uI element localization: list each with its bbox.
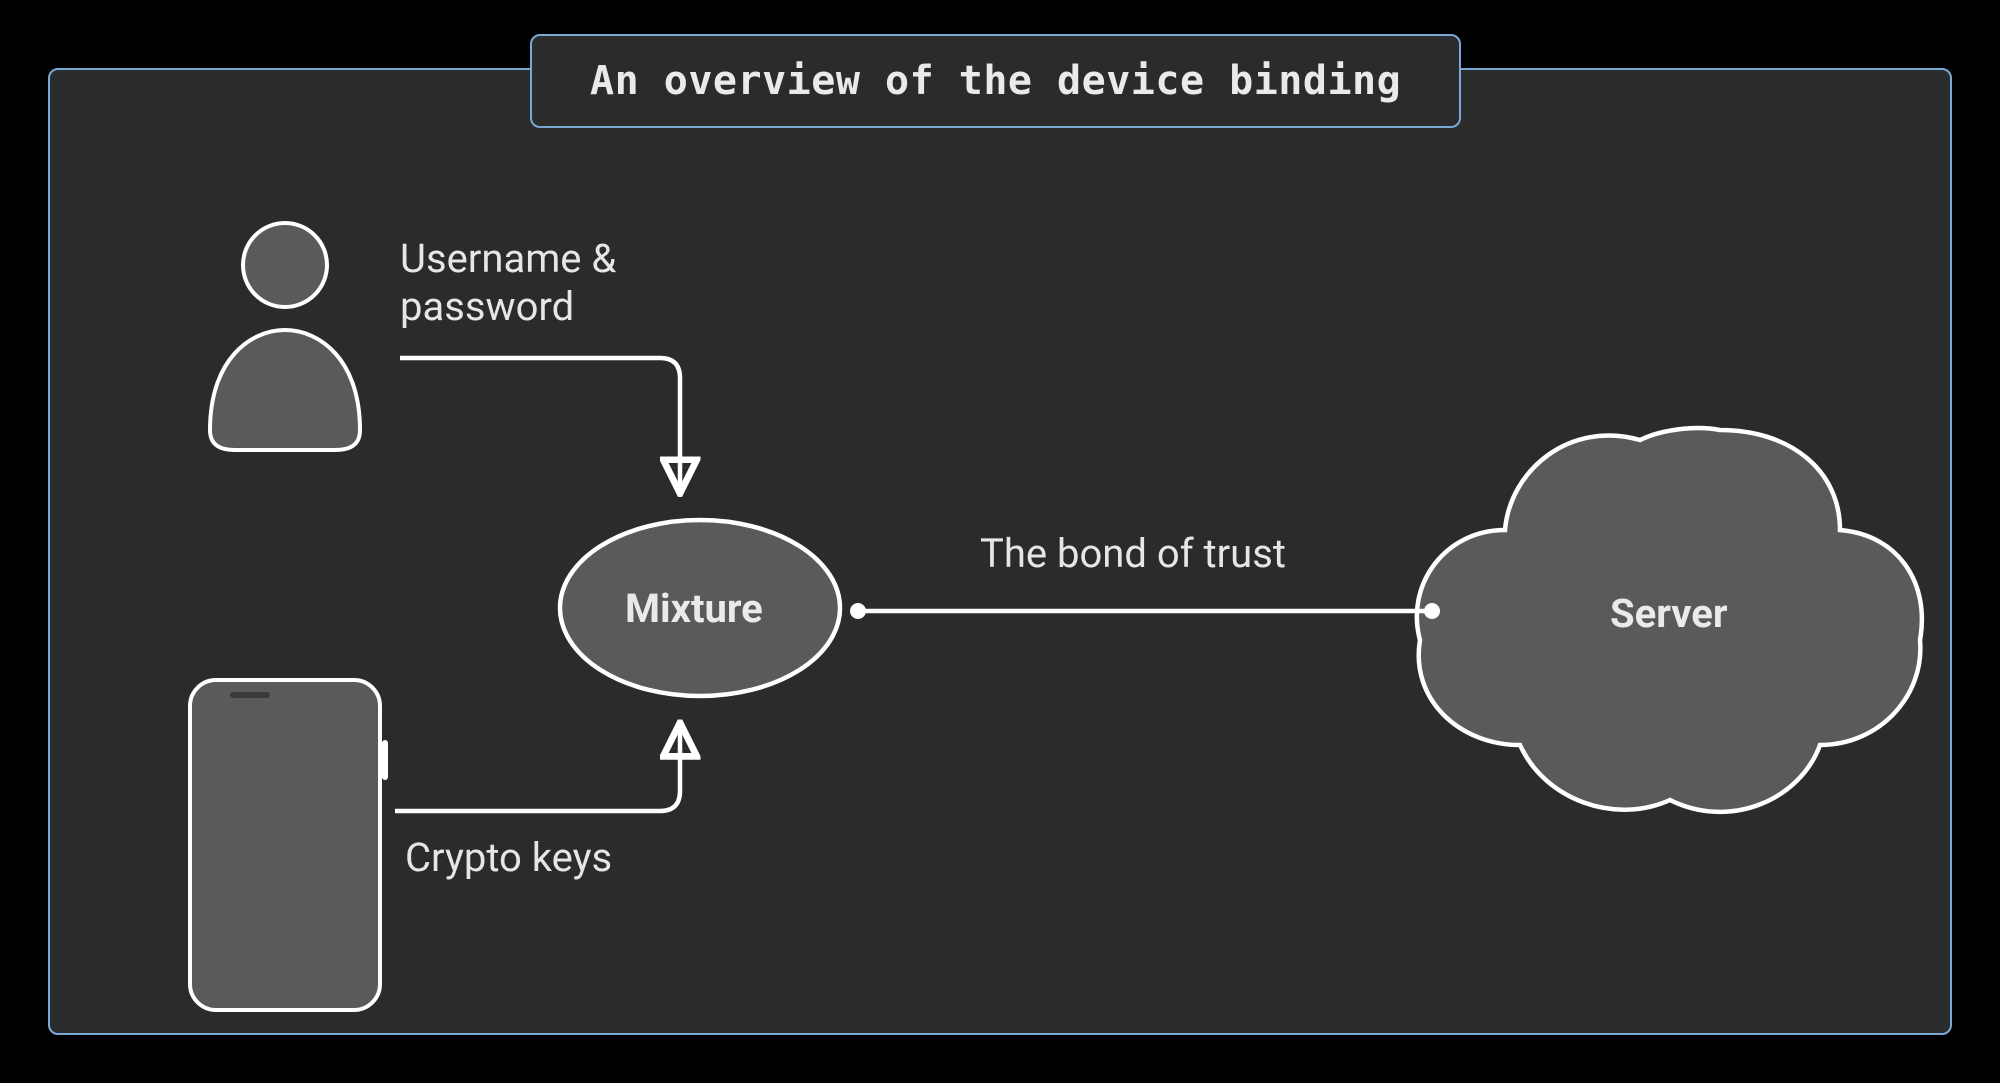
mixture-label: Mixture: [625, 585, 763, 632]
arrow-crypto: [395, 726, 680, 811]
credentials-label: Username & password: [400, 235, 616, 331]
user-icon: [210, 223, 360, 450]
phone-icon: [190, 680, 388, 1010]
diagram-stage: An overview of the device binding: [0, 0, 2000, 1083]
arrow-credentials: [400, 358, 680, 490]
bond-line: [850, 603, 1440, 619]
server-label: Server: [1610, 590, 1727, 637]
crypto-keys-label: Crypto keys: [405, 834, 612, 882]
bond-label: The bond of trust: [980, 530, 1286, 578]
